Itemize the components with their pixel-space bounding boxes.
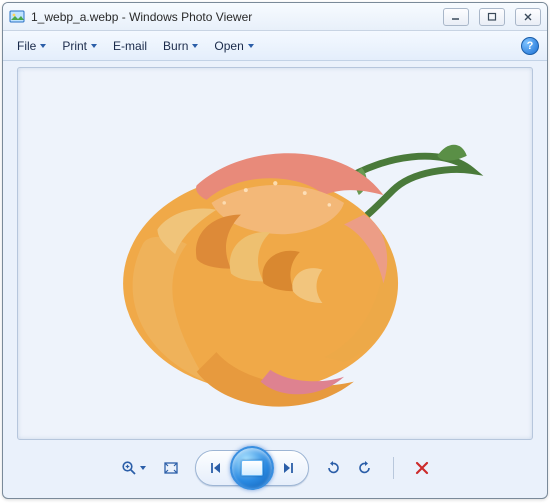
rotate-ccw-button[interactable] bbox=[319, 455, 347, 481]
previous-icon bbox=[208, 460, 224, 476]
image-viewport[interactable] bbox=[17, 67, 533, 440]
menu-file-label: File bbox=[17, 39, 36, 53]
next-button[interactable] bbox=[272, 452, 304, 484]
menu-print-label: Print bbox=[62, 39, 87, 53]
app-icon bbox=[9, 9, 25, 25]
app-window: 1_webp_a.webp - Windows Photo Viewer Fil… bbox=[2, 2, 548, 499]
minimize-button[interactable] bbox=[443, 8, 469, 26]
chevron-down-icon bbox=[40, 44, 46, 48]
next-icon bbox=[280, 460, 296, 476]
rotate-cw-icon bbox=[357, 460, 373, 476]
menu-file[interactable]: File bbox=[11, 36, 52, 56]
slideshow-icon bbox=[241, 460, 263, 476]
menu-open[interactable]: Open bbox=[208, 36, 259, 56]
delete-icon bbox=[415, 461, 429, 475]
magnifier-icon bbox=[121, 460, 137, 476]
window-title: 1_webp_a.webp - Windows Photo Viewer bbox=[31, 10, 443, 24]
chevron-down-icon bbox=[192, 44, 198, 48]
help-icon: ? bbox=[527, 40, 534, 52]
chevron-down-icon bbox=[248, 44, 254, 48]
chevron-down-icon bbox=[91, 44, 97, 48]
menu-print[interactable]: Print bbox=[56, 36, 103, 56]
window-controls bbox=[443, 8, 541, 26]
menu-bar: File Print E-mail Burn Open ? bbox=[3, 31, 547, 61]
menu-burn[interactable]: Burn bbox=[157, 36, 204, 56]
slideshow-button[interactable] bbox=[230, 446, 274, 490]
menu-open-label: Open bbox=[214, 39, 243, 53]
title-bar[interactable]: 1_webp_a.webp - Windows Photo Viewer bbox=[3, 3, 547, 31]
bottom-toolbar bbox=[3, 442, 547, 498]
menu-burn-label: Burn bbox=[163, 39, 188, 53]
rotate-cw-button[interactable] bbox=[351, 455, 379, 481]
fit-window-button[interactable] bbox=[157, 455, 185, 481]
menu-email[interactable]: E-mail bbox=[107, 36, 153, 56]
maximize-button[interactable] bbox=[479, 8, 505, 26]
chevron-down-icon bbox=[140, 466, 146, 470]
fit-window-icon bbox=[163, 460, 179, 476]
divider bbox=[393, 457, 394, 479]
menu-email-label: E-mail bbox=[113, 39, 147, 53]
navigation-cluster bbox=[195, 450, 309, 486]
rotate-ccw-icon bbox=[325, 460, 341, 476]
previous-button[interactable] bbox=[200, 452, 232, 484]
delete-button[interactable] bbox=[408, 455, 436, 481]
photo-image bbox=[44, 87, 507, 421]
help-button[interactable]: ? bbox=[521, 37, 539, 55]
close-button[interactable] bbox=[515, 8, 541, 26]
zoom-button[interactable] bbox=[115, 455, 153, 481]
